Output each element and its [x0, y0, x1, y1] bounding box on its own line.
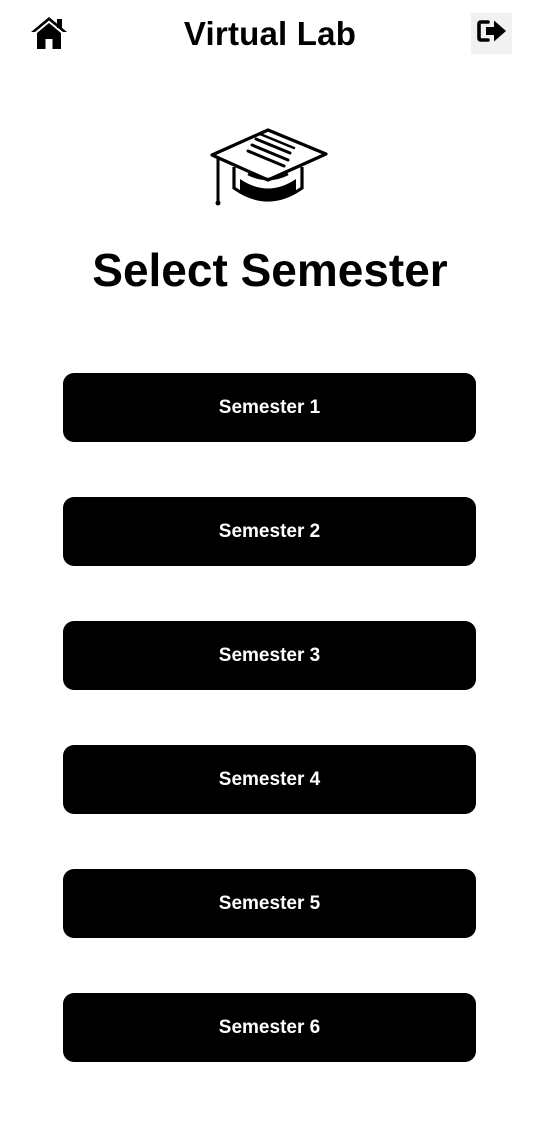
semester-6-label: Semester 6: [218, 1016, 321, 1038]
semester-1-label: Semester 1: [218, 396, 321, 418]
semester-6-button[interactable]: Semester 6: [63, 993, 476, 1062]
semester-3-label: Semester 3: [218, 644, 321, 666]
graduation-cap-icon: [208, 122, 332, 214]
semester-2-button[interactable]: Semester 2: [63, 497, 476, 566]
logout-button[interactable]: [471, 13, 512, 54]
semester-1-button[interactable]: Semester 1: [63, 373, 476, 442]
top-app-bar: Virtual Lab: [0, 0, 540, 70]
semester-2-label: Semester 2: [218, 520, 321, 542]
semester-list: Semester 1 Semester 2 Semester 3 Semeste…: [63, 373, 476, 1117]
semester-5-label: Semester 5: [218, 892, 321, 914]
semester-5-button[interactable]: Semester 5: [63, 869, 476, 938]
logout-icon: [476, 17, 508, 50]
semester-4-label: Semester 4: [218, 768, 321, 790]
semester-3-button[interactable]: Semester 3: [63, 621, 476, 690]
app-title: Virtual Lab: [183, 15, 357, 52]
semester-4-button[interactable]: Semester 4: [63, 745, 476, 814]
page-title: Select Semester: [92, 244, 448, 296]
